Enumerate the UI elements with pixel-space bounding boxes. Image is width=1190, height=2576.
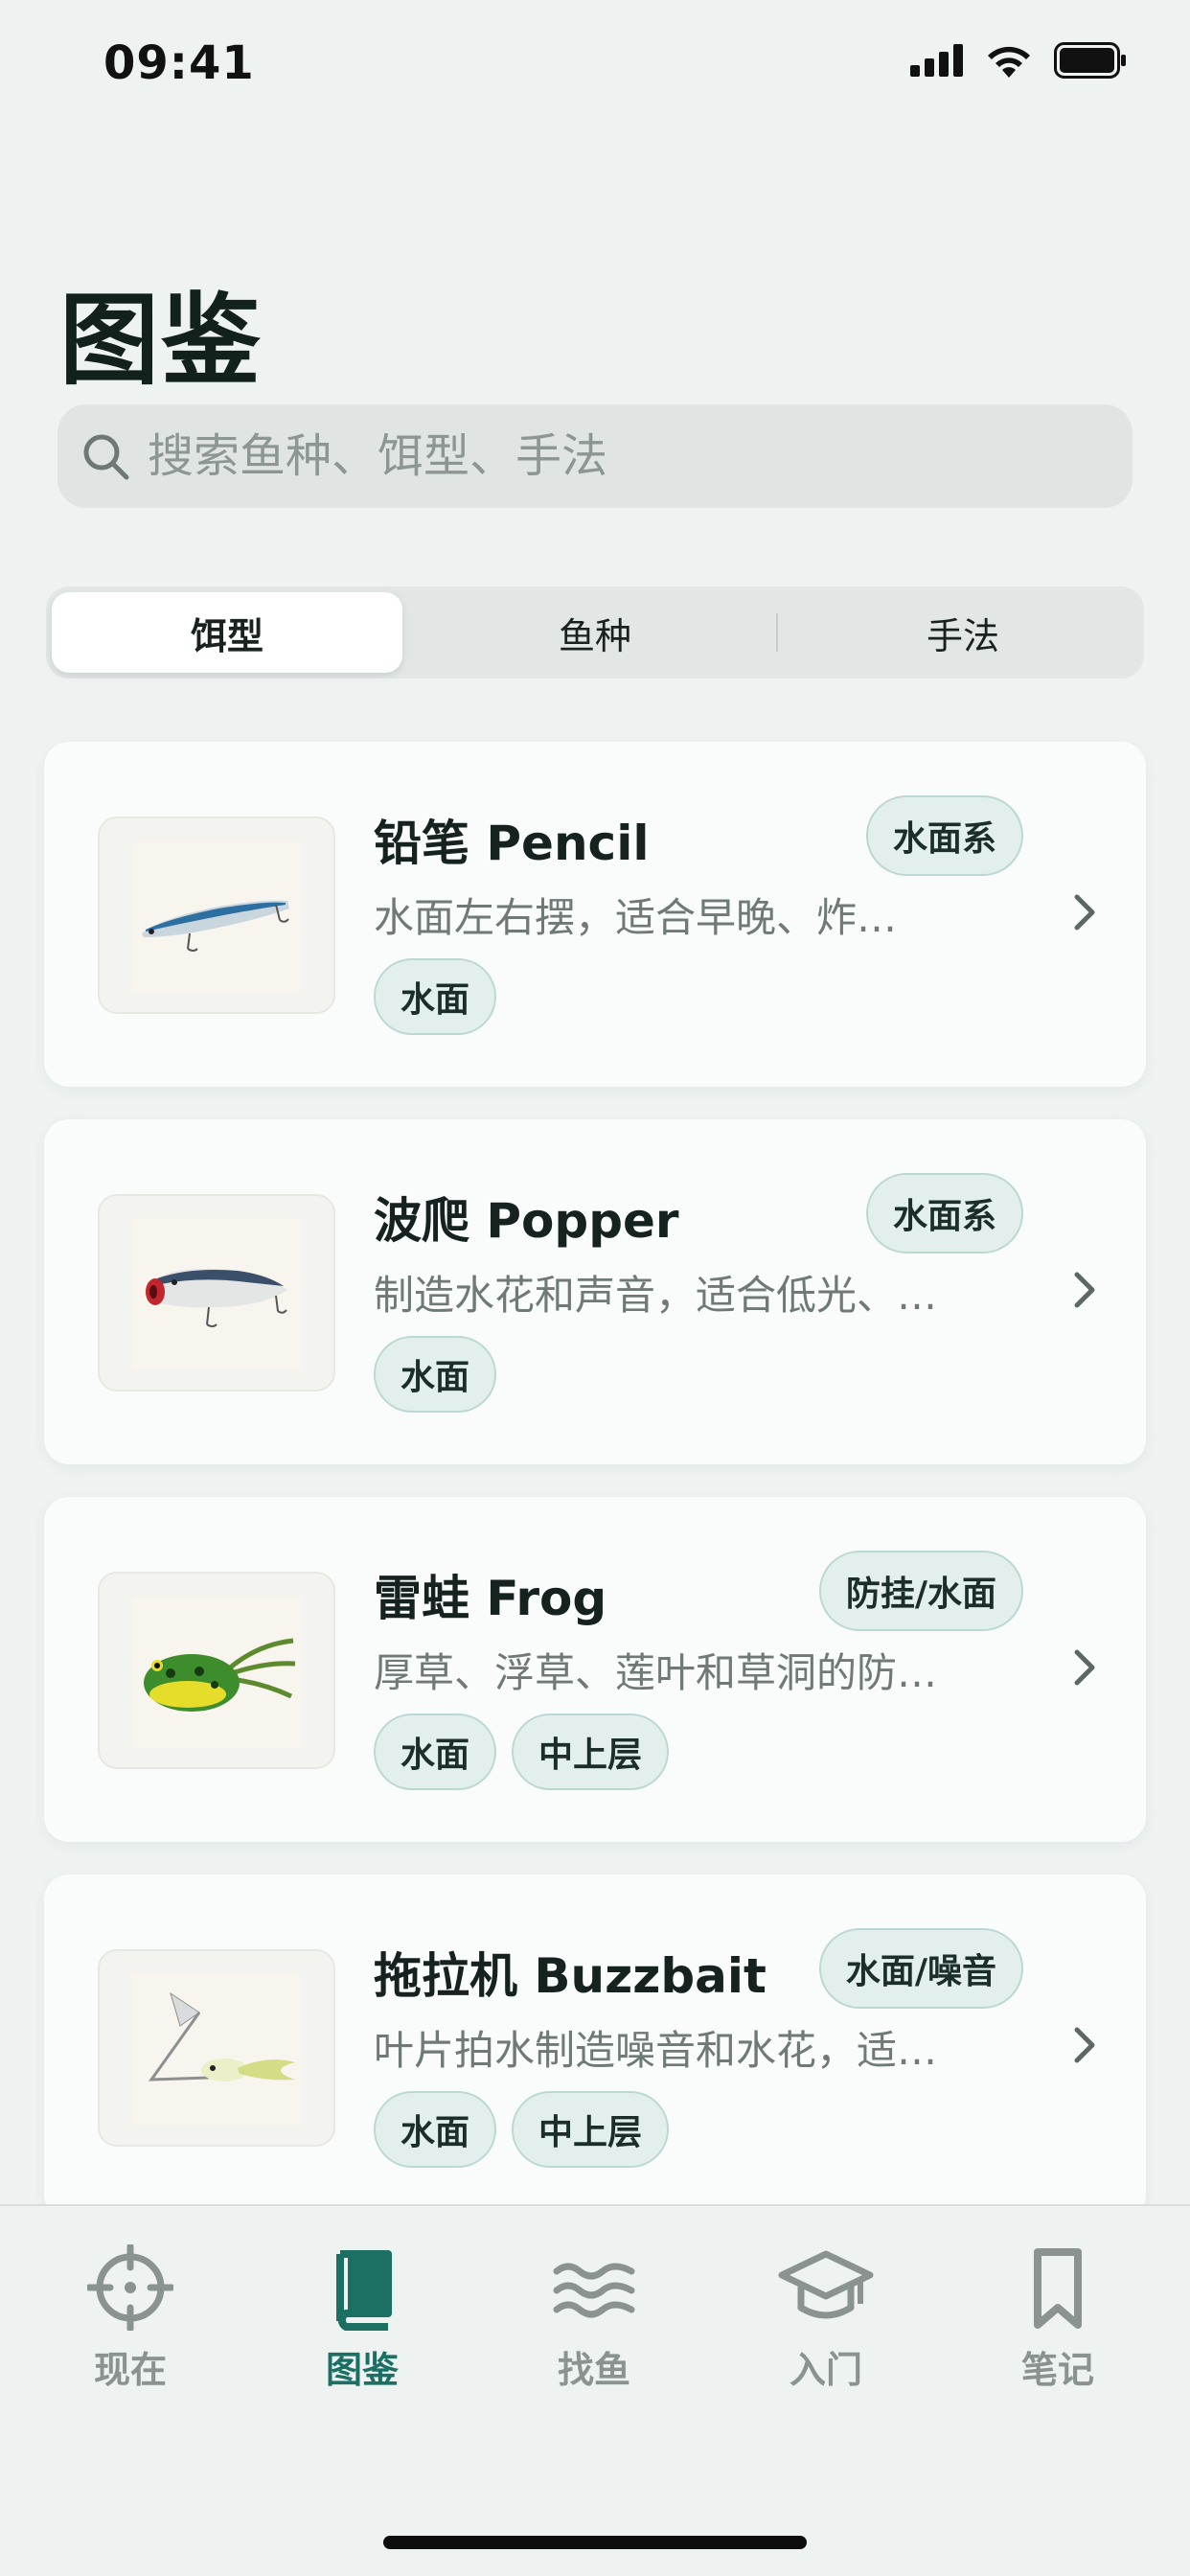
lure-thumbnail [98,1194,335,1392]
tab-now[interactable]: 现在 [34,2244,226,2417]
lure-description: 水面左右摆，适合早晚、炸… [374,894,898,941]
lure-description: 制造水花和声音，适合低光、… [374,1272,938,1319]
tag: 中上层 [512,2091,670,2168]
tab-label: 图鉴 [325,2349,399,2391]
search-icon [83,434,129,480]
segment-technique[interactable]: 手法 [788,592,1138,673]
tag: 水面 [374,1336,497,1413]
tab-find-fish[interactable]: 找鱼 [498,2244,690,2417]
status-time: 09:41 [103,36,255,90]
tag: 中上层 [512,1714,670,1790]
category-segmented-control: 饵型 鱼种 手法 [46,586,1144,678]
segment-divider [776,613,778,652]
tab-label: 找鱼 [557,2349,630,2391]
tab-beginner[interactable]: 入门 [730,2244,922,2417]
tab-label: 现在 [93,2349,167,2391]
tab-label: 入门 [789,2349,862,2391]
segment-fish-species[interactable]: 鱼种 [420,592,770,673]
graduation-cap-icon [778,2250,874,2319]
lure-title: 雷蛙 Frog [374,1571,607,1626]
lure-card-buzzbait[interactable]: 拖拉机 Buzzbait 水面/噪音 叶片拍水制造噪音和水花，适… 水面 中上层 [44,1874,1146,2220]
lure-title: 拖拉机 Buzzbait [374,1948,767,2004]
lure-title: 波爬 Popper [374,1193,679,1249]
lure-thumbnail [98,1949,335,2147]
status-icons [910,42,1127,79]
page-title: 图鉴 [59,282,263,399]
pencil-lure-image [142,900,289,952]
bookmark-icon [1034,2248,1082,2329]
tag-list: 水面 中上层 [374,1714,670,1790]
popper-lure-image [146,1268,287,1327]
buzzbait-lure-image [149,1991,295,2082]
category-badge: 防挂/水面 [818,1551,1023,1631]
category-badge: 水面系 [865,795,1023,876]
lure-thumbnail [98,816,335,1014]
search-bar[interactable] [57,404,1133,508]
book-icon [336,2250,392,2331]
search-input[interactable] [148,404,1106,508]
battery-icon [1054,42,1126,79]
frog-lure-image [144,1638,296,1712]
status-bar: 09:41 [0,0,1190,134]
lure-description: 厚草、浮草、莲叶和草洞的防… [374,1649,938,1696]
lure-title: 铅笔 Pencil [374,816,650,871]
lure-thumbnail [98,1572,335,1769]
tag: 水面 [374,958,497,1035]
chevron-right-icon [1074,2027,1095,2063]
tab-bar: 现在 图鉴 找鱼 入门 笔记 [0,2204,1190,2576]
chevron-right-icon [1074,1272,1095,1308]
tag-list: 水面 中上层 [374,2091,670,2168]
waves-icon [553,2263,635,2318]
tag-list: 水面 [374,958,497,1035]
wifi-icon [988,46,1030,78]
tab-guide[interactable]: 图鉴 [266,2244,458,2417]
cellular-signal-icon [910,44,963,77]
chevron-right-icon [1074,1649,1095,1686]
tag: 水面 [374,1714,497,1790]
home-indicator[interactable] [383,2536,807,2549]
tab-notes[interactable]: 笔记 [962,2244,1154,2417]
lure-description: 叶片拍水制造噪音和水花，适… [374,2027,938,2074]
lure-card-frog[interactable]: 雷蛙 Frog 防挂/水面 厚草、浮草、莲叶和草洞的防… 水面 中上层 [44,1497,1146,1842]
crosshair-icon [87,2244,173,2331]
segment-lure-type[interactable]: 饵型 [52,592,402,673]
category-badge: 水面/噪音 [818,1928,1023,2009]
lure-card-popper[interactable]: 波爬 Popper 水面系 制造水花和声音，适合低光、… 水面 [44,1119,1146,1464]
tag-list: 水面 [374,1336,497,1413]
category-badge: 水面系 [865,1173,1023,1254]
tag: 水面 [374,2091,497,2168]
lure-card-pencil[interactable]: 铅笔 Pencil 水面系 水面左右摆，适合早晚、炸… 水面 [44,742,1146,1087]
chevron-right-icon [1074,894,1095,931]
tab-label: 笔记 [1020,2349,1094,2391]
